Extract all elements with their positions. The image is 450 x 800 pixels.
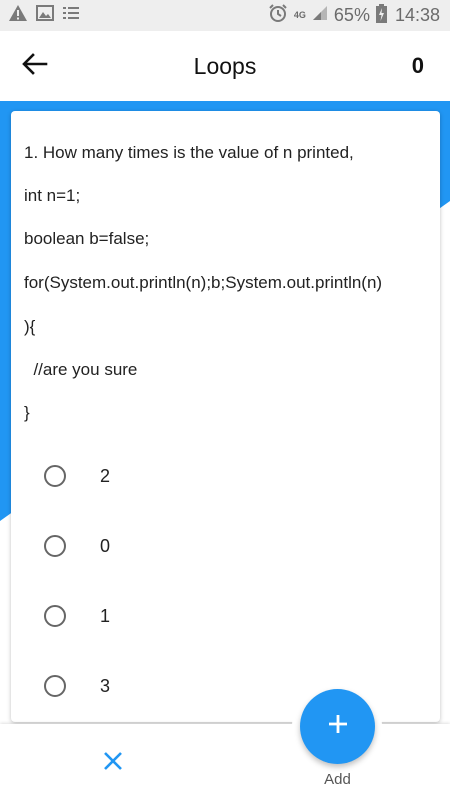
option-label: 1 (100, 605, 111, 626)
battery-level: 65% (333, 5, 370, 25)
status-system: 4G 65% 14:38 (268, 3, 440, 28)
question-text: 1. How many times is the value of n prin… (24, 143, 354, 162)
add-button[interactable] (300, 689, 375, 764)
page-title: Loops (193, 53, 257, 79)
radio-button[interactable] (44, 465, 66, 487)
status-notifications (8, 4, 80, 27)
list-icon (62, 5, 80, 26)
question-card: 1. How many times is the value of n prin… (11, 111, 440, 722)
image-icon (36, 5, 54, 26)
status-bar: 4G 65% 14:38 (0, 0, 450, 31)
alarm-icon (268, 3, 288, 28)
warning-icon (8, 4, 28, 27)
battery-charging-icon (375, 3, 387, 28)
radio-button[interactable] (44, 535, 66, 557)
code-line: //are you sure (24, 360, 138, 379)
code-line: boolean b=false; (24, 229, 150, 248)
plus-icon (327, 713, 349, 740)
network-type: 4G (293, 10, 306, 20)
signal-icon (312, 5, 328, 26)
close-icon (103, 751, 123, 776)
add-label: Add (324, 771, 351, 788)
score-counter: 0 (411, 53, 424, 78)
answer-option[interactable]: 0 (11, 516, 440, 576)
clock: 14:38 (394, 5, 440, 25)
option-label: 0 (100, 535, 111, 556)
answer-option[interactable]: 1 (11, 586, 440, 646)
answer-option[interactable]: 2 (11, 446, 440, 506)
radio-button[interactable] (44, 605, 66, 627)
bottom-bar (0, 724, 450, 800)
code-line: } (24, 403, 30, 422)
code-line: for(System.out.println(n);b;System.out.p… (24, 273, 383, 292)
code-line: ){ (24, 317, 36, 336)
code-line: int n=1; (24, 186, 81, 205)
option-label: 3 (100, 675, 111, 696)
option-label: 2 (100, 465, 111, 486)
close-button[interactable] (98, 750, 128, 776)
radio-button[interactable] (44, 675, 66, 697)
app-bar: Loops 0 (0, 31, 450, 101)
